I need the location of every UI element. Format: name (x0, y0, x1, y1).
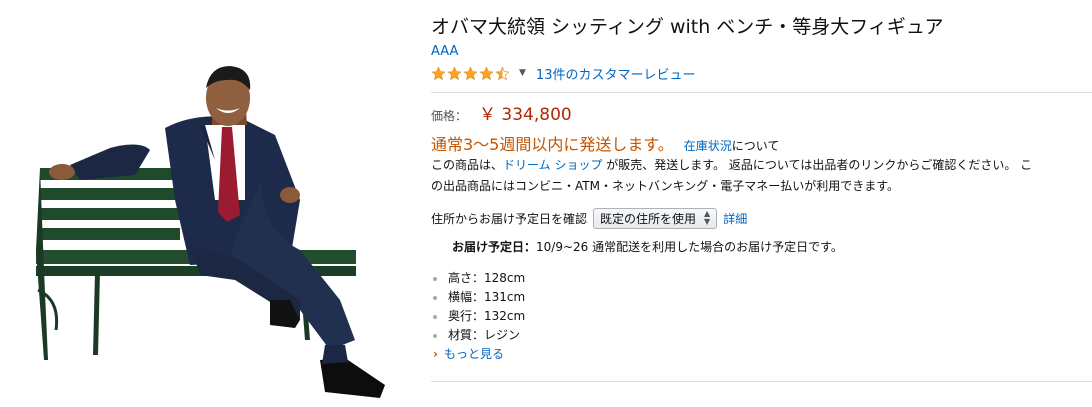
select-arrows-icon: ▲ ▼ (704, 209, 711, 226)
product-photo (0, 0, 410, 407)
chevron-right-icon: › (433, 347, 438, 361)
feature-item: 材質：レジン (431, 326, 1092, 345)
feature-list: 高さ：128cm 横幅：131cm 奥行：132cm 材質：レジン (431, 269, 1092, 345)
feature-item: 高さ：128cm (431, 269, 1092, 288)
chevron-down-icon[interactable]: ▼ (519, 68, 526, 78)
star-full-icon (463, 65, 478, 80)
rating-row: ▼ 13件のカスタマーレビュー (431, 63, 1092, 83)
product-image[interactable] (0, 0, 410, 407)
delivery-estimate: お届け予定日：10/9~26 通常配送を利用した場合のお届け予定日です。 (452, 235, 1092, 259)
star-rating[interactable] (431, 65, 511, 81)
brand-link[interactable]: AAA (431, 43, 458, 61)
feature-item: 横幅：131cm (431, 288, 1092, 307)
divider (431, 381, 1092, 382)
seller-prefix: この商品は、 (431, 158, 504, 172)
see-more-label: もっと見る (443, 347, 504, 361)
price-row: 価格： ￥ 334,800 (431, 100, 1092, 126)
star-full-icon (447, 65, 462, 80)
address-select-value: 既定の住所を使用 (600, 211, 697, 226)
see-more-link[interactable]: › もっと見る (433, 345, 1092, 364)
delivery-text: 10/9~26 通常配送を利用した場合のお届け予定日です。 (536, 240, 843, 254)
delivery-label: お届け予定日： (452, 240, 537, 254)
seller-name-link[interactable]: ドリーム ショップ (503, 158, 602, 172)
star-full-icon (431, 65, 446, 80)
address-detail-link[interactable]: 詳細 (723, 210, 747, 227)
seller-info-line1: この商品は、ドリーム ショップ が販売、発送します。 返品については出品者のリン… (431, 155, 1092, 176)
seller-suffix: が販売、発送します。 返品については出品者のリンクからご確認ください。 こ (602, 158, 1033, 172)
divider (431, 92, 1092, 93)
feature-item: 奥行：132cm (431, 307, 1092, 326)
price-value: ￥ 334,800 (479, 105, 572, 125)
address-row: 住所からお届け予定日を確認 既定の住所を使用 ▲ ▼ 詳細 (431, 206, 1092, 230)
customer-reviews-link[interactable]: 13件のカスタマーレビュー (536, 64, 696, 83)
stock-status-suffix: について (731, 139, 780, 153)
address-label: 住所からお届け予定日を確認 (431, 211, 588, 226)
stock-status-link[interactable]: 在庫状況 (684, 137, 732, 154)
star-half-icon (495, 65, 510, 80)
product-details: オバマ大統領 シッティング with ベンチ・等身大フィギュア AAA ▼ 13… (431, 14, 1092, 382)
shipping-status: 通常3〜5週間以内に発送します。 (431, 135, 674, 154)
price-label: 価格： (431, 109, 468, 123)
star-full-icon (479, 65, 494, 80)
address-select[interactable]: 既定の住所を使用 ▲ ▼ (593, 207, 718, 229)
availability-row: 通常3〜5週間以内に発送します。 在庫状況 について (431, 131, 1092, 155)
product-title: オバマ大統領 シッティング with ベンチ・等身大フィギュア (431, 16, 944, 38)
seller-info-line2: の出品商品にはコンビニ・ATM・ネットバンキング・電子マネー払いが利用できます。 (431, 179, 900, 193)
